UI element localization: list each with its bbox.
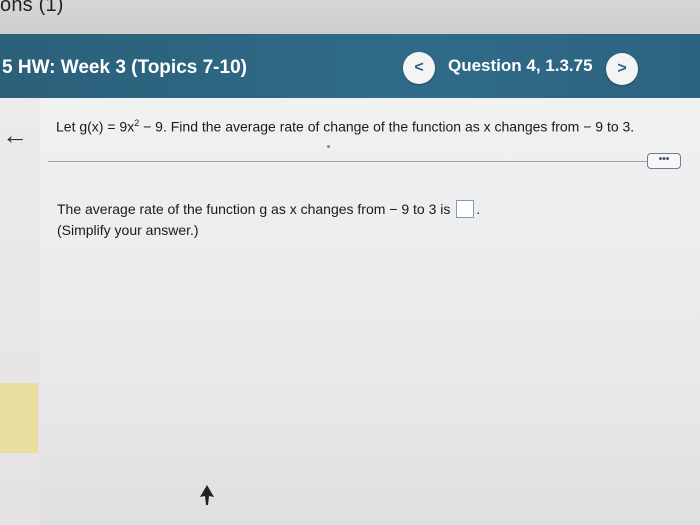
assignment-header: 5 HW: Week 3 (Topics 7-10) < Question 4,… [0, 34, 700, 98]
more-options-button[interactable]: ••• [647, 153, 681, 169]
browser-tab-strip: ons (1) [0, 0, 700, 34]
question-panel [40, 98, 700, 525]
answer-period: . [476, 201, 481, 217]
previous-question-button[interactable]: < [403, 52, 435, 84]
sidebar-highlight [0, 383, 38, 453]
answer-input[interactable] [456, 200, 475, 218]
tab-partial-text: ons (1) [0, 0, 64, 16]
answer-line: The average rate of the function g as x … [57, 200, 480, 218]
question-text: Let g(x) = 9x2 − 9. Find the average rat… [56, 118, 634, 135]
question-number: Question 4, 1.3.75 [448, 56, 593, 75]
arrow-left-icon[interactable]: ← [2, 120, 28, 151]
simplify-hint: (Simplify your answer.) [57, 222, 199, 238]
next-question-button[interactable]: > [606, 53, 638, 85]
question-prefix: Let g(x) = 9x [56, 118, 135, 135]
homework-title: 5 HW: Week 3 (Topics 7-10) [2, 57, 247, 78]
chevron-left-icon: < [414, 59, 424, 76]
section-divider [48, 161, 678, 162]
question-suffix: − 9. Find the average rate of change of … [139, 118, 635, 135]
screen-speck [327, 145, 330, 148]
mouse-cursor-icon [200, 485, 214, 505]
left-sidebar [0, 98, 41, 525]
answer-text: The average rate of the function g as x … [57, 201, 451, 217]
chevron-right-icon: > [617, 60, 627, 77]
